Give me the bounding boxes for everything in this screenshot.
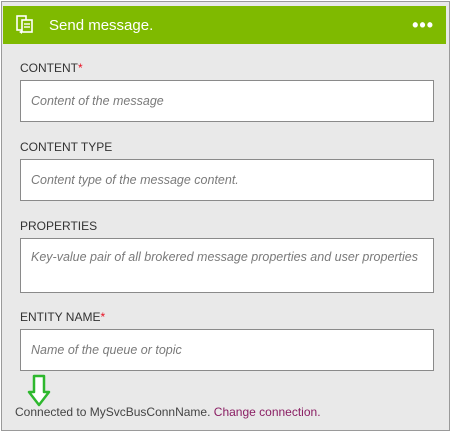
card-title: Send message. (49, 16, 154, 34)
required-marker: * (100, 310, 106, 324)
entity-name-input[interactable]: Name of the queue or topic (20, 329, 434, 371)
content-placeholder: Content of the message (31, 94, 164, 108)
properties-placeholder: Key-value pair of all brokered message p… (31, 250, 419, 264)
entity-name-placeholder: Name of the queue or topic (31, 343, 182, 357)
card-header[interactable]: Send message. ••• (3, 6, 446, 44)
content-type-label: CONTENT TYPE (20, 140, 112, 154)
change-connection-link[interactable]: Change connection. (214, 405, 321, 419)
entity-name-label-text: ENTITY NAME (20, 310, 101, 324)
content-type-label-text: CONTENT TYPE (20, 140, 113, 154)
required-marker: * (78, 61, 83, 75)
content-label: CONTENT* (20, 61, 83, 75)
properties-label: PROPERTIES (20, 219, 97, 233)
connection-status: Connected to MySvcBusConnName. (15, 405, 211, 419)
content-input[interactable]: Content of the message (20, 80, 434, 122)
connection-footer: Connected to MySvcBusConnName. Change co… (15, 405, 321, 419)
properties-label-text: PROPERTIES (20, 219, 98, 233)
entity-name-label: ENTITY NAME* (20, 310, 105, 324)
message-document-icon (15, 14, 35, 36)
content-label-text: CONTENT (20, 61, 78, 75)
content-type-input[interactable]: Content type of the message content. (20, 159, 434, 201)
more-options-button[interactable]: ••• (412, 16, 434, 34)
properties-input[interactable]: Key-value pair of all brokered message p… (20, 238, 434, 293)
content-type-placeholder: Content type of the message content. (31, 173, 239, 187)
